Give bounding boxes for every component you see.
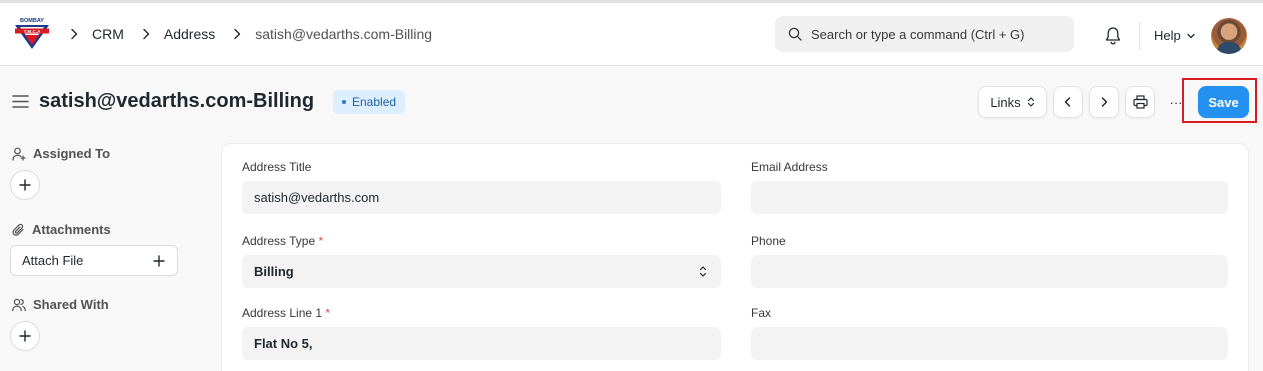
- attachments-label: Attachments: [32, 222, 111, 237]
- breadcrumb-address[interactable]: Address: [164, 26, 215, 42]
- shared-with-heading: Shared With: [12, 297, 109, 312]
- fax-label: Fax: [751, 306, 1228, 320]
- phone-label-text: Phone: [751, 234, 786, 248]
- email-address-label: Email Address: [751, 160, 1228, 174]
- email-address-label-text: Email Address: [751, 160, 828, 174]
- chevron-right-icon: [234, 28, 241, 40]
- chevron-left-icon: [1064, 97, 1071, 107]
- help-menu[interactable]: Help: [1154, 28, 1196, 43]
- fax-label-text: Fax: [751, 306, 772, 320]
- previous-record-button[interactable]: [1053, 86, 1083, 118]
- fax-field[interactable]: [751, 327, 1228, 360]
- help-label: Help: [1154, 28, 1181, 43]
- address-title-label: Address Title: [242, 160, 721, 174]
- add-user-icon: [12, 147, 26, 161]
- search-icon: [788, 27, 802, 41]
- app-logo[interactable]: BOMBAY Y.M.C.A: [14, 16, 50, 50]
- links-button[interactable]: Links: [978, 86, 1047, 118]
- address-line-1-label-text: Address Line 1: [242, 306, 323, 320]
- assigned-to-label: Assigned To: [33, 146, 111, 161]
- paperclip-icon: [12, 223, 24, 236]
- address-type-select[interactable]: Billing: [242, 255, 721, 288]
- attachments-heading: Attachments: [12, 222, 111, 237]
- status-label: Enabled: [352, 95, 397, 109]
- required-marker: *: [325, 306, 331, 320]
- logo-text-bottom: Y.M.C.A: [24, 29, 42, 34]
- select-arrows-icon: [699, 266, 707, 277]
- add-assignee-button[interactable]: [10, 170, 40, 200]
- notification-bell-icon[interactable]: [1104, 26, 1122, 46]
- chevron-right-icon: [71, 28, 78, 40]
- plus-icon: [153, 254, 165, 267]
- page-title: satish@vedarths.com-Billing: [39, 90, 315, 112]
- breadcrumb-current[interactable]: satish@vedarths.com-Billing: [255, 26, 432, 42]
- attach-file-button[interactable]: Attach File: [10, 245, 178, 276]
- chevron-right-icon: [1101, 97, 1108, 107]
- chevron-down-icon: [1187, 33, 1195, 38]
- navbar-divider: [1139, 22, 1140, 50]
- assigned-to-heading: Assigned To: [12, 146, 110, 161]
- phone-field[interactable]: [751, 255, 1228, 288]
- search-bar[interactable]: Search or type a command (Ctrl + G): [775, 16, 1074, 52]
- plus-icon: [19, 330, 31, 342]
- logo-text-top: BOMBAY: [20, 18, 44, 24]
- attach-file-label: Attach File: [22, 253, 84, 268]
- address-type-value: Billing: [254, 264, 294, 279]
- email-address-field[interactable]: [751, 181, 1228, 214]
- required-marker: *: [318, 234, 324, 248]
- add-share-button[interactable]: [10, 321, 40, 351]
- sidebar-toggle-icon[interactable]: [12, 94, 29, 109]
- more-icon: ···: [1169, 94, 1183, 110]
- navbar: BOMBAY Y.M.C.A CRM Address satish@vedart…: [0, 0, 1263, 66]
- sort-updown-icon: [1027, 97, 1034, 107]
- user-avatar[interactable]: [1211, 18, 1247, 54]
- phone-label: Phone: [751, 234, 1228, 248]
- shared-with-label: Shared With: [33, 297, 109, 312]
- plus-icon: [19, 179, 31, 191]
- address-line-1-field[interactable]: Flat No 5,: [242, 327, 721, 360]
- breadcrumb: CRM Address satish@vedarths.com-Billing: [66, 26, 446, 42]
- address-type-label-text: Address Type: [242, 234, 316, 248]
- next-record-button[interactable]: [1089, 86, 1119, 118]
- users-icon: [12, 298, 26, 311]
- address-line-1-label: Address Line 1 *: [242, 306, 721, 320]
- search-placeholder: Search or type a command (Ctrl + G): [811, 26, 1025, 42]
- status-dot: [342, 100, 346, 104]
- print-button[interactable]: [1125, 86, 1155, 118]
- address-title-label-text: Address Title: [242, 160, 312, 174]
- breadcrumb-crm[interactable]: CRM: [92, 26, 124, 42]
- address-type-label: Address Type *: [242, 234, 721, 248]
- chevron-right-icon: [143, 28, 150, 40]
- status-badge: Enabled: [333, 90, 406, 114]
- links-label: Links: [990, 94, 1021, 110]
- address-title-field[interactable]: satish@vedarths.com: [242, 181, 721, 214]
- save-highlight-box: [1182, 78, 1257, 123]
- printer-icon: [1132, 95, 1148, 109]
